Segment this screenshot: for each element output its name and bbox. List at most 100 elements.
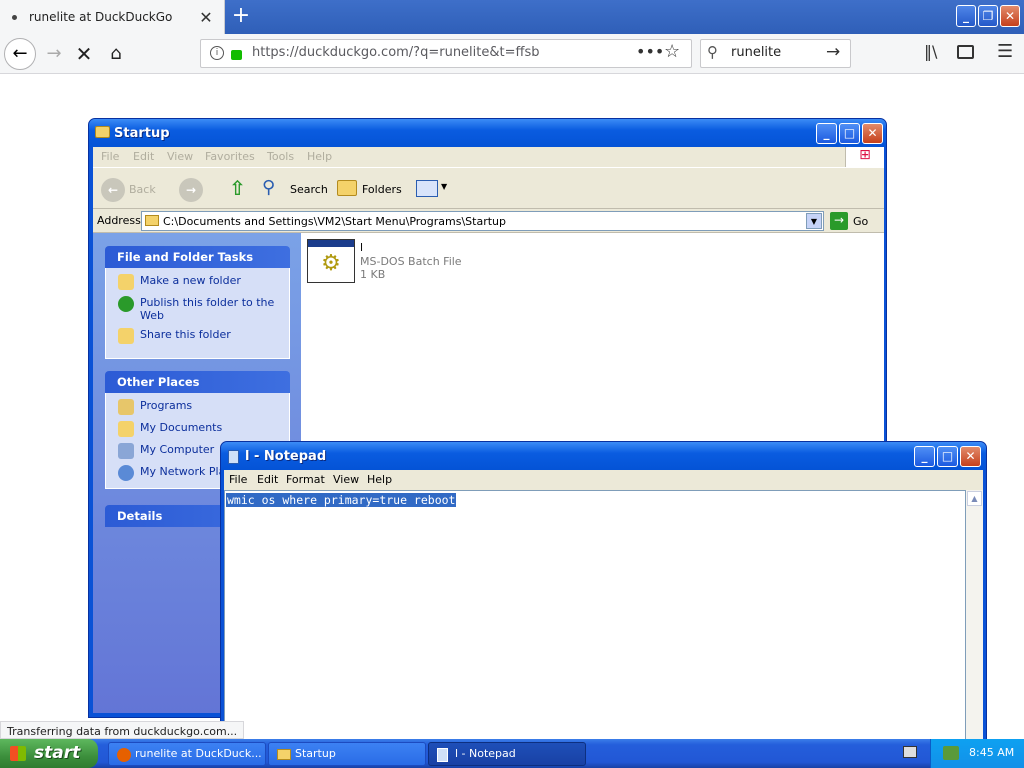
place-label[interactable]: My Computer: [140, 443, 214, 456]
task-label[interactable]: Make a new folder: [140, 274, 241, 287]
place-label[interactable]: Programs: [140, 399, 192, 412]
taskbar-item-notepad[interactable]: l - Notepad: [428, 742, 586, 766]
menu-view[interactable]: View: [167, 150, 193, 163]
places-panel-title: Other Places: [117, 375, 200, 389]
back-button[interactable]: ←: [4, 38, 36, 70]
task-publish-web[interactable]: Publish this folder to the Web: [118, 296, 281, 322]
taskbar-item-label: l - Notepad: [455, 747, 516, 760]
go-button[interactable]: Go: [853, 215, 868, 228]
close-window-button[interactable]: ✕: [1000, 5, 1020, 27]
restore-button[interactable]: ❐: [978, 5, 998, 27]
file-type: MS-DOS Batch File: [360, 255, 462, 268]
task-label[interactable]: Publish this folder to the Web: [140, 296, 281, 322]
search-input[interactable]: runelite: [731, 45, 781, 60]
np-menu-format[interactable]: Format: [286, 473, 325, 486]
np-menu-edit[interactable]: Edit: [257, 473, 278, 486]
network-tray-icon[interactable]: [943, 746, 959, 760]
new-tab-button[interactable]: +: [228, 2, 254, 32]
notepad-close-button[interactable]: ✕: [960, 446, 981, 467]
notepad-title-bar[interactable]: l - Notepad _ □ ✕: [221, 442, 986, 470]
loading-dot-icon: [12, 14, 17, 20]
np-menu-view[interactable]: View: [333, 473, 359, 486]
back-arrow-icon[interactable]: ←: [101, 178, 125, 202]
menu-favorites[interactable]: Favorites: [205, 150, 255, 163]
places-panel-header[interactable]: Other Places: [105, 371, 290, 393]
search-icon: ⚲: [707, 43, 718, 61]
folders-icon[interactable]: [337, 180, 357, 196]
views-dropdown-icon[interactable]: ▼: [441, 182, 447, 191]
taskbar-item-startup[interactable]: Startup: [268, 742, 426, 766]
menu-icon[interactable]: ☰: [997, 41, 1013, 62]
address-label: Address: [97, 214, 141, 227]
computer-icon: [118, 443, 134, 459]
np-menu-file[interactable]: File: [229, 473, 247, 486]
explorer-minimize-button[interactable]: _: [816, 123, 837, 144]
notepad-maximize-button[interactable]: □: [937, 446, 958, 467]
address-input[interactable]: C:\Documents and Settings\VM2\Start Menu…: [141, 211, 824, 231]
place-my-documents[interactable]: My Documents: [118, 421, 281, 437]
back-label[interactable]: Back: [129, 183, 156, 196]
task-new-folder[interactable]: Make a new folder: [118, 274, 281, 290]
address-dropdown-icon[interactable]: ▼: [806, 213, 822, 229]
place-label[interactable]: My Documents: [140, 421, 222, 434]
search-go-icon[interactable]: →: [826, 42, 840, 62]
explorer-close-button[interactable]: ✕: [862, 123, 883, 144]
info-icon[interactable]: i: [210, 46, 224, 60]
tasks-panel: File and Folder Tasks Make a new folder …: [105, 246, 290, 359]
minimize-button[interactable]: _: [956, 5, 976, 27]
close-tab-icon[interactable]: ✕: [196, 8, 216, 27]
page-actions-icon[interactable]: •••: [636, 42, 664, 61]
keyboard-icon[interactable]: [903, 746, 917, 758]
menu-help[interactable]: Help: [307, 150, 332, 163]
bookmark-star-icon[interactable]: ☆: [664, 41, 680, 62]
tasks-panel-header[interactable]: File and Folder Tasks: [105, 246, 290, 268]
taskbar-item-firefox[interactable]: runelite at DuckDuck...: [108, 742, 266, 766]
np-menu-help[interactable]: Help: [367, 473, 392, 486]
menu-tools[interactable]: Tools: [267, 150, 294, 163]
home-icon[interactable]: ⌂: [102, 40, 130, 68]
address-path[interactable]: C:\Documents and Settings\VM2\Start Menu…: [163, 215, 506, 228]
scroll-up-icon[interactable]: ▲: [967, 491, 982, 506]
explorer-title-bar[interactable]: Startup _ □ ✕: [89, 119, 886, 147]
up-folder-icon[interactable]: ⇧: [229, 176, 246, 200]
file-name[interactable]: l: [360, 241, 363, 254]
folders-label[interactable]: Folders: [362, 183, 402, 196]
library-icon[interactable]: ‖\: [924, 42, 937, 61]
start-label: start: [34, 743, 81, 763]
taskbar-item-label: Startup: [295, 747, 336, 760]
start-button[interactable]: start: [0, 739, 98, 768]
go-arrow-icon[interactable]: →: [830, 212, 848, 230]
explorer-menu-bar: File Edit View Favorites Tools Help ⊞: [93, 147, 884, 167]
task-share-folder[interactable]: Share this folder: [118, 328, 281, 344]
forward-button[interactable]: →: [40, 40, 68, 68]
notepad-scrollbar[interactable]: ▲: [966, 490, 983, 740]
task-label[interactable]: Share this folder: [140, 328, 231, 341]
browser-tab-title: runelite at DuckDuckGo: [29, 10, 173, 24]
forward-arrow-icon[interactable]: →: [179, 178, 203, 202]
notepad-text-area[interactable]: [224, 490, 966, 740]
search-magnifier-icon[interactable]: ⚲: [262, 177, 275, 198]
batch-file-icon[interactable]: ⚙: [307, 239, 355, 283]
tasks-panel-title: File and Folder Tasks: [117, 250, 254, 264]
place-programs[interactable]: Programs: [118, 399, 281, 415]
search-label[interactable]: Search: [290, 183, 328, 196]
windows-logo-icon: ⊞: [845, 147, 884, 167]
menu-file[interactable]: File: [101, 150, 119, 163]
sidebar-icon[interactable]: [957, 45, 974, 59]
new-folder-icon: [118, 274, 134, 290]
explorer-maximize-button[interactable]: □: [839, 123, 860, 144]
explorer-toolbar: ← Back → ⇧ ⚲ Search Folders ▼: [93, 167, 884, 209]
notepad-minimize-button[interactable]: _: [914, 446, 935, 467]
tasks-panel-body: Make a new folder Publish this folder to…: [105, 268, 290, 359]
browser-tab[interactable]: runelite at DuckDuckGo ✕: [0, 0, 225, 34]
menu-edit[interactable]: Edit: [133, 150, 154, 163]
documents-folder-icon: [118, 421, 134, 437]
views-icon[interactable]: [416, 180, 438, 197]
share-folder-icon: [118, 328, 134, 344]
url-text[interactable]: https://duckduckgo.com/?q=runelite&t=ffs…: [252, 45, 539, 60]
address-folder-icon: [145, 215, 159, 226]
notepad-content[interactable]: wmic os where primary=true reboot: [226, 493, 457, 507]
folder-icon: [95, 126, 110, 138]
clock[interactable]: 8:45 AM: [969, 746, 1014, 759]
stop-button[interactable]: ✕: [70, 40, 98, 68]
